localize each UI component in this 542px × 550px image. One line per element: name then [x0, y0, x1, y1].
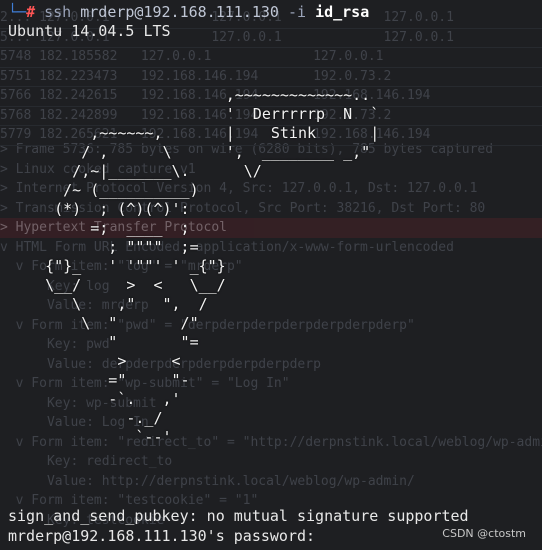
- ascii-art-line: ,~~~~~~~~~~~~~..: [18, 86, 371, 104]
- ascii-art-line: {"}_ ' '""' ' _{"}: [18, 257, 226, 275]
- ascii-art-line: (*) ; (^)(^)':: [18, 200, 190, 218]
- command-line: └─# ssh mrderp@192.168.111.130 -i id_rsa: [8, 3, 369, 22]
- prompt-corner: └─: [8, 3, 27, 21]
- terminal-window[interactable]: 2... 127.0.0.1 127.0.0.1 127.0.0.1 5... 1…: [0, 0, 542, 550]
- ascii-art-line: -`. ,': [18, 390, 181, 408]
- ascii-art-line: ,~~~~~~, | Stink |: [18, 124, 380, 142]
- command-flag: -i: [287, 3, 307, 21]
- ascii-art-line: \ " /": [18, 314, 199, 332]
- ascii-art-line: `--': [18, 428, 172, 446]
- ascii-art-line: " "=: [18, 333, 199, 351]
- os-banner: Ubuntu 14.04.5 LTS: [8, 22, 171, 40]
- ascii-art-line: /~ (__________): [18, 181, 199, 199]
- ascii-art-banner: ,~~~~~~~~~~~~~.. ' Derrrrrp N ` ,~~~~~~,…: [18, 86, 379, 447]
- ascii-art-line: > <: [18, 352, 181, 370]
- command-target: mrderp@192.168.111.130: [80, 3, 279, 21]
- terminal-output: └─# ssh mrderp@192.168.111.130 -i id_rsa…: [0, 0, 542, 550]
- ascii-art-line: \ ," ", /: [18, 295, 208, 313]
- command-program: ssh: [44, 3, 72, 21]
- ascii-art-line: / , \ ', ________ _,": [18, 143, 371, 161]
- ascii-art-line: =" "-: [18, 371, 190, 389]
- ascii-art-line: ; """" ;=: [18, 238, 199, 256]
- password-prompt[interactable]: mrderp@192.168.111.130's password:: [8, 527, 315, 546]
- ascii-art-line: -._/: [18, 409, 163, 427]
- ascii-art-line: /,~|_______\. \/: [18, 162, 262, 180]
- command-key-file: id_rsa: [315, 3, 370, 21]
- prompt-hash: #: [26, 3, 36, 21]
- watermark: CSDN @ctostm: [442, 527, 526, 540]
- ssh-status-message: sign_and_send_pubkey: no mutual signatur…: [8, 507, 469, 525]
- ascii-art-line: \__/ > < \__/: [18, 276, 226, 294]
- ascii-art-line: ' Derrrrrp N `: [18, 105, 380, 123]
- ascii-art-line: =; ____ ;: [18, 219, 190, 237]
